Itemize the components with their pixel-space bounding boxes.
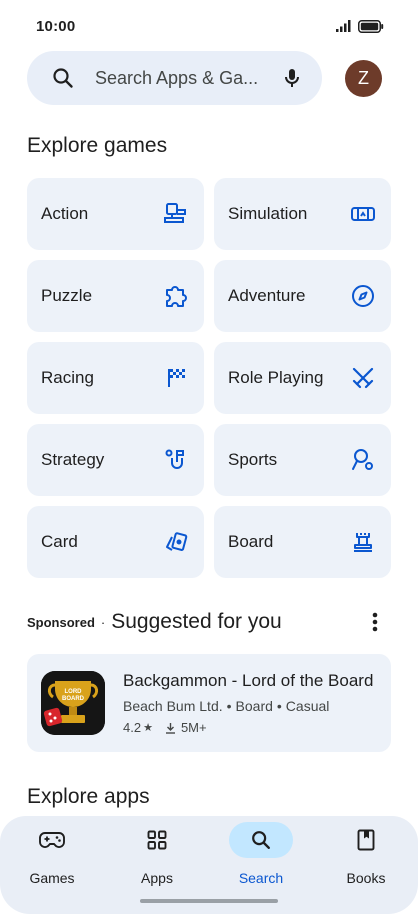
strategy-icon: [162, 446, 190, 474]
separator-dot: ·: [100, 614, 106, 630]
explore-games-title: Explore games: [27, 134, 168, 157]
category-simulation[interactable]: Simulation: [214, 178, 391, 250]
app-stats: 4.2 ★ 5M+: [123, 720, 373, 735]
simulation-icon: [349, 200, 377, 228]
category-label: Action: [41, 204, 89, 223]
category-puzzle[interactable]: Puzzle: [27, 260, 204, 332]
nav-label: Apps: [141, 870, 173, 886]
suggested-title: Suggested for you: [111, 610, 282, 633]
gamepad-icon: [39, 832, 65, 848]
suggested-header: Sponsored · Suggested for you: [27, 606, 391, 638]
nav-apps[interactable]: Apps: [107, 822, 207, 886]
more-options-icon[interactable]: [365, 610, 385, 634]
nav-label: Search: [238, 870, 284, 886]
search-input[interactable]: Search Apps & Ga...: [95, 68, 280, 89]
category-label: Sports: [228, 450, 278, 469]
app-icon: LORD BOARD: [41, 671, 105, 735]
status-time: 10:00: [36, 17, 76, 35]
download-icon: [165, 722, 175, 734]
app-meta: Beach Bum Ltd. • Board • Casual: [123, 698, 330, 714]
category-action[interactable]: Action: [27, 178, 204, 250]
app-title: Backgammon - Lord of the Board: [123, 671, 374, 690]
account-avatar[interactable]: Z: [345, 59, 382, 97]
category-racing[interactable]: Racing: [27, 342, 204, 414]
sports-icon: [349, 446, 377, 474]
game-categories-grid: Action Simulation Puzzle Adventure Racin…: [27, 178, 391, 578]
signal-icon: [336, 20, 351, 32]
status-icons: [336, 19, 384, 33]
category-card[interactable]: Card: [27, 506, 204, 578]
apps-grid-icon: [147, 830, 167, 850]
home-indicator[interactable]: [140, 899, 278, 903]
app-tag: Casual: [285, 698, 330, 714]
category-strategy[interactable]: Strategy: [27, 424, 204, 496]
app-info: Backgammon - Lord of the Board Beach Bum…: [123, 671, 373, 735]
search-icon: [53, 68, 73, 88]
nav-icon-container: [20, 822, 84, 858]
category-label: Adventure: [228, 286, 306, 305]
category-label: Card: [41, 532, 78, 551]
crossed-swords-icon: [349, 364, 377, 392]
category-label: Board: [228, 532, 274, 551]
downloads-count: 5M+: [180, 720, 207, 735]
app-developer: Beach Bum Ltd.: [123, 698, 223, 714]
nav-games[interactable]: Games: [2, 822, 102, 886]
category-role-playing[interactable]: Role Playing: [214, 342, 391, 414]
category-label: Simulation: [228, 204, 308, 223]
sponsored-label: Sponsored: [27, 614, 95, 630]
cards-icon: [162, 528, 190, 556]
checkered-flag-icon: [162, 364, 190, 392]
category-board[interactable]: Board: [214, 506, 391, 578]
app-icon-text: BOARD: [62, 696, 85, 702]
nav-icon-container: [125, 822, 189, 858]
category-sports[interactable]: Sports: [214, 424, 391, 496]
status-bar: 10:00: [0, 0, 418, 52]
category-label: Strategy: [41, 450, 105, 469]
category-label: Puzzle: [41, 286, 93, 305]
chess-rook-icon: [349, 528, 377, 556]
star-icon: ★: [143, 722, 153, 734]
battery-icon: [358, 19, 384, 33]
category-label: Racing: [41, 368, 94, 387]
app-icon-text: LORD: [65, 689, 83, 695]
microphone-icon[interactable]: [280, 66, 304, 90]
suggested-app-card[interactable]: LORD BOARD Backgammon - Lord of the Boar…: [27, 654, 391, 752]
search-row: Search Apps & Ga... Z: [27, 51, 391, 105]
category-adventure[interactable]: Adventure: [214, 260, 391, 332]
nav-label: Books: [346, 870, 386, 886]
app-tag: Board: [235, 698, 273, 714]
nav-label: Games: [29, 870, 75, 886]
search-icon: [252, 831, 270, 849]
explore-apps-title: Explore apps: [27, 785, 150, 808]
nav-search[interactable]: Search: [211, 822, 311, 886]
nav-icon-container: [229, 822, 293, 858]
book-icon: [357, 829, 375, 851]
compass-icon: [349, 282, 377, 310]
app-downloads: 5M+: [165, 720, 207, 735]
app-rating: 4.2: [123, 720, 142, 735]
category-label: Role Playing: [228, 368, 324, 387]
nav-books[interactable]: Books: [316, 822, 416, 886]
search-bar[interactable]: Search Apps & Ga...: [27, 51, 322, 105]
action-icon: [162, 200, 190, 228]
nav-icon-container: [334, 822, 398, 858]
puzzle-icon: [162, 282, 190, 310]
